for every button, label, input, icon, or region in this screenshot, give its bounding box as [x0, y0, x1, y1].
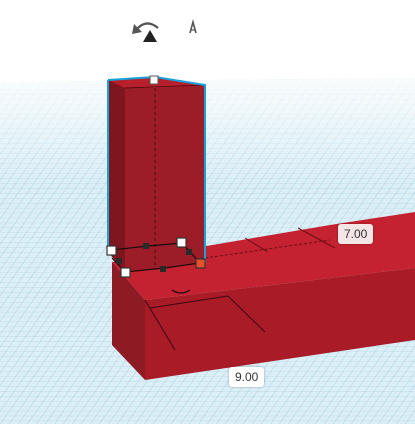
corner-handle-active[interactable] [195, 258, 206, 269]
rotate-arrow-icon[interactable] [132, 22, 159, 42]
side-handle[interactable] [143, 243, 149, 249]
side-handle[interactable] [116, 258, 122, 264]
width-dimension-label[interactable]: 9.00 [229, 367, 265, 387]
corner-handle[interactable] [106, 245, 117, 256]
3d-viewport[interactable]: 7.00 9.00 [0, 0, 415, 424]
height-handle[interactable] [149, 75, 159, 85]
side-handle[interactable] [160, 266, 166, 272]
selected-box[interactable] [106, 75, 206, 294]
corner-handle[interactable] [176, 237, 187, 248]
drop-to-workplane-icon[interactable] [189, 18, 197, 34]
corner-handle[interactable] [120, 267, 131, 278]
viewport-canvas[interactable] [0, 0, 415, 424]
side-handle[interactable] [186, 249, 192, 255]
length-dimension-label[interactable]: 7.00 [338, 224, 374, 244]
